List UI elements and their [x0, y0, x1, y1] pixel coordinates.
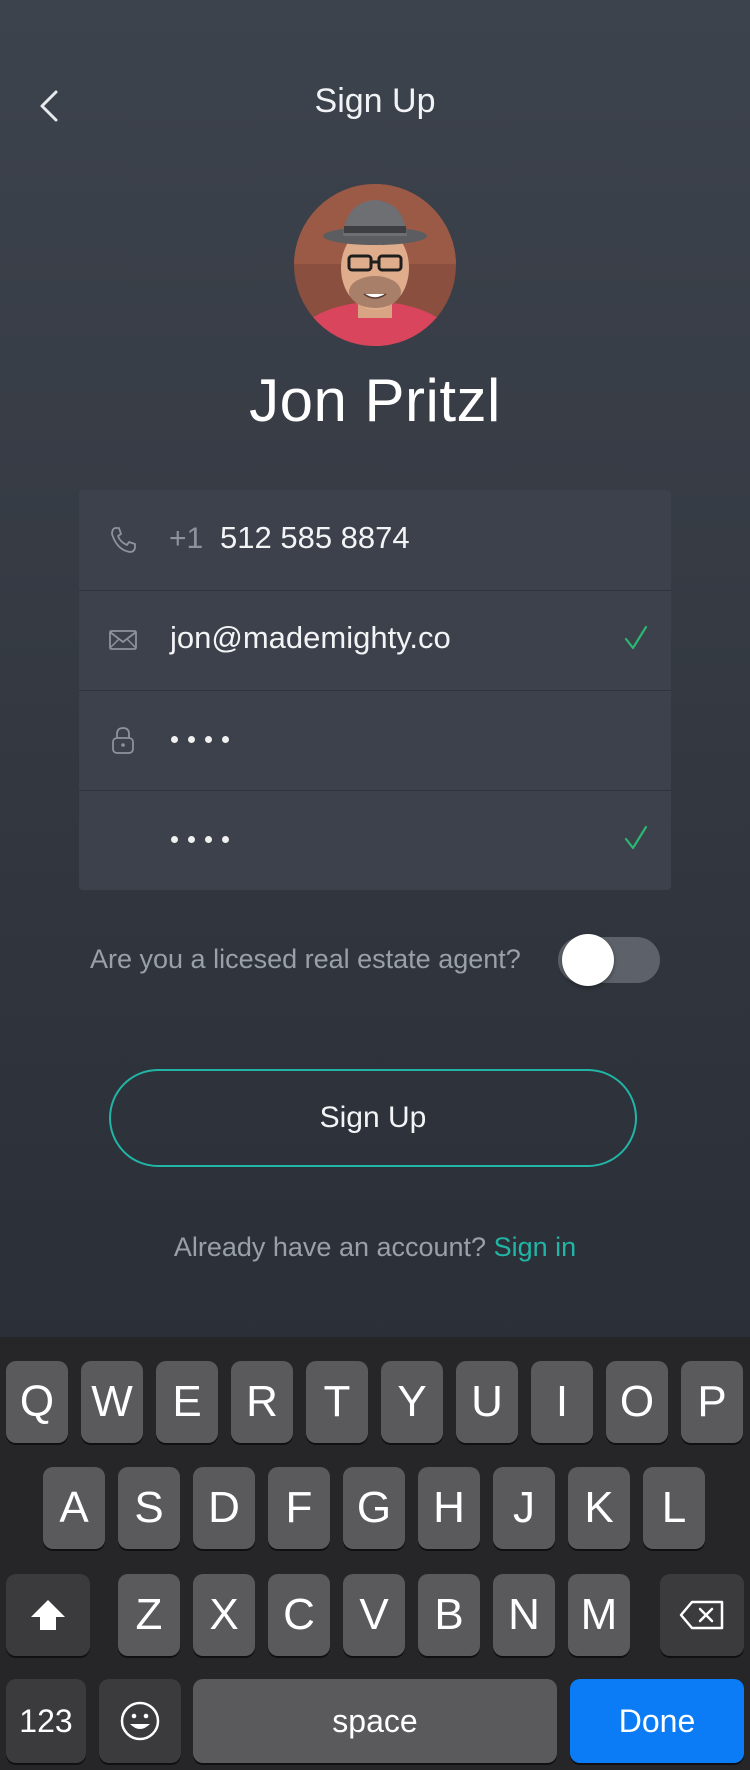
key-m[interactable]: M — [568, 1574, 630, 1656]
shift-icon — [31, 1600, 65, 1630]
key-b[interactable]: B — [418, 1574, 480, 1656]
key-o[interactable]: O — [606, 1361, 668, 1443]
emoji-icon — [120, 1701, 160, 1741]
done-key[interactable]: Done — [570, 1679, 744, 1763]
key-p[interactable]: P — [681, 1361, 743, 1443]
signin-link[interactable]: Sign in — [494, 1232, 577, 1262]
toggle-knob — [562, 934, 614, 986]
agent-question-label: Are you a licesed real estate agent? — [90, 944, 521, 974]
mail-icon — [109, 630, 137, 650]
key-f[interactable]: F — [268, 1467, 330, 1549]
backspace-icon — [679, 1600, 724, 1630]
checkmark-icon — [624, 825, 648, 850]
signup-button[interactable]: Sign Up — [109, 1069, 637, 1167]
phone-value: 512 585 8874 — [220, 520, 410, 555]
key-s[interactable]: S — [118, 1467, 180, 1549]
delete-key[interactable] — [660, 1574, 744, 1656]
lock-icon — [112, 727, 134, 754]
checkmark-icon — [624, 625, 648, 650]
phone-field[interactable]: +1 512 585 8874 — [79, 490, 671, 591]
phone-icon — [111, 527, 136, 553]
key-q[interactable]: Q — [6, 1361, 68, 1443]
key-e[interactable]: E — [156, 1361, 218, 1443]
key-i[interactable]: I — [531, 1361, 593, 1443]
key-g[interactable]: G — [343, 1467, 405, 1549]
email-value: jon@mademighty.co — [170, 620, 451, 655]
user-name: Jon Pritzl — [249, 367, 501, 434]
key-j[interactable]: J — [493, 1467, 555, 1549]
signup-form: +1 512 585 8874 jon@mademighty.co — [79, 490, 671, 890]
agent-toggle[interactable] — [558, 934, 660, 986]
emoji-key[interactable] — [99, 1679, 181, 1763]
numbers-key[interactable]: 123 — [6, 1679, 86, 1763]
confirm-password-mask — [171, 836, 229, 843]
password-field[interactable] — [79, 690, 671, 791]
page-title: Sign Up — [314, 82, 436, 120]
key-t[interactable]: T — [306, 1361, 368, 1443]
key-v[interactable]: V — [343, 1574, 405, 1656]
password-mask — [171, 736, 229, 743]
profile-photo — [294, 184, 456, 346]
key-l[interactable]: L — [643, 1467, 705, 1549]
key-z[interactable]: Z — [118, 1574, 180, 1656]
key-a[interactable]: A — [43, 1467, 105, 1549]
key-w[interactable]: W — [81, 1361, 143, 1443]
email-field[interactable]: jon@mademighty.co — [79, 590, 671, 691]
key-c[interactable]: C — [268, 1574, 330, 1656]
key-u[interactable]: U — [456, 1361, 518, 1443]
signin-prompt: Already have an account? — [173, 1232, 487, 1262]
key-r[interactable]: R — [231, 1361, 293, 1443]
confirm-password-field[interactable] — [79, 790, 671, 890]
country-code: +1 — [169, 522, 204, 555]
key-d[interactable]: D — [193, 1467, 255, 1549]
avatar[interactable] — [294, 184, 456, 346]
key-n[interactable]: N — [493, 1574, 555, 1656]
key-k[interactable]: K — [568, 1467, 630, 1549]
signin-prompt-row: Already have an account? Sign in — [0, 1232, 750, 1263]
key-x[interactable]: X — [193, 1574, 255, 1656]
key-h[interactable]: H — [418, 1467, 480, 1549]
key-y[interactable]: Y — [381, 1361, 443, 1443]
space-key[interactable]: space — [193, 1679, 557, 1763]
shift-key[interactable] — [6, 1574, 90, 1656]
keyboard: Q W E R T Y U I O P A S D F G H J K L Z … — [0, 1337, 750, 1770]
